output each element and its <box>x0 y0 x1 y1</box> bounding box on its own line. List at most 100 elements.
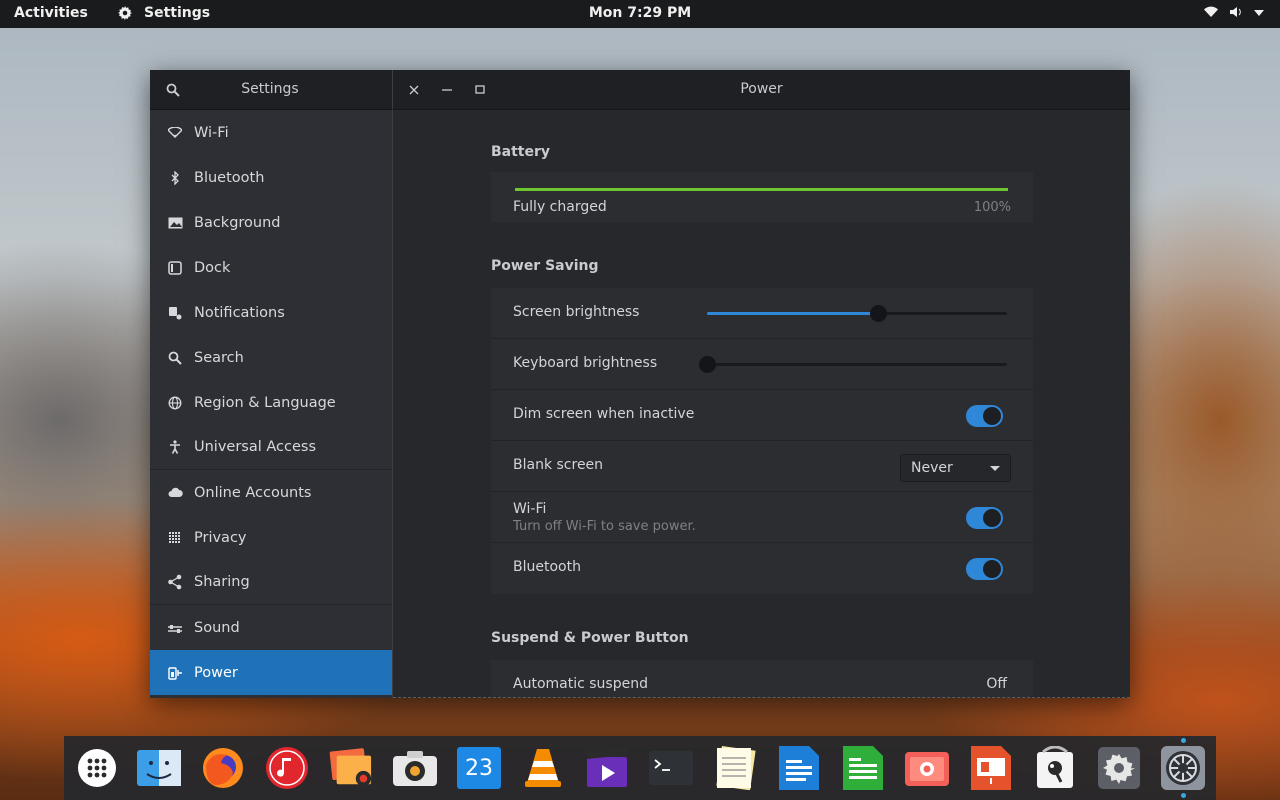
panel-header: Power <box>393 70 1130 110</box>
blank-screen-dropdown[interactable]: Never <box>900 454 1011 482</box>
sidebar-item-label: Region & Language <box>194 394 336 411</box>
close-icon[interactable] <box>405 81 423 99</box>
sidebar-item-wifi[interactable]: Wi-Fi <box>150 110 392 155</box>
sidebar-item-label: Universal Access <box>194 439 317 455</box>
sidebar-item-search[interactable]: Search <box>150 335 392 380</box>
minimize-icon[interactable] <box>438 81 456 99</box>
image-icon <box>166 214 184 232</box>
power-saving-card: Screen brightness Keyboard brightness Di… <box>491 288 1033 594</box>
clock[interactable]: Mon 7:29 PM <box>589 5 691 21</box>
settings-sidebar: Wi-Fi Bluetooth Background Dock Notifica… <box>150 110 393 698</box>
show-applications-icon[interactable] <box>75 746 119 790</box>
gimp-icon[interactable] <box>1033 746 1077 790</box>
wifi-icon <box>1204 6 1218 18</box>
battery-percent: 100% <box>973 200 1011 215</box>
blank-screen-value: Never <box>911 460 953 476</box>
toggle-knob <box>983 509 1001 527</box>
accessibility-icon <box>166 438 184 456</box>
battery-level-fill <box>515 188 1008 191</box>
power-panel: Battery Fully charged 100% Power Saving … <box>393 110 1130 698</box>
dim-screen-toggle[interactable] <box>966 405 1003 427</box>
sidebar-item-label: Sharing <box>194 574 250 590</box>
slider-fill <box>707 312 878 315</box>
battery-card: Fully charged 100% <box>491 172 1033 222</box>
app-menu[interactable]: Settings <box>118 5 210 21</box>
keyboard-brightness-label: Keyboard brightness <box>513 355 658 371</box>
sidebar-item-label: Sound <box>194 619 240 636</box>
chevron-down-icon <box>990 466 1000 471</box>
dim-screen-row: Dim screen when inactive <box>491 390 1033 441</box>
sidebar-item-notifications[interactable]: Notifications <box>150 290 392 335</box>
app-menu-label: Settings <box>144 5 211 21</box>
sidebar-item-universal-access[interactable]: Universal Access <box>150 425 392 470</box>
running-indicator <box>1181 738 1186 743</box>
wifi-icon <box>166 124 184 142</box>
dock: 23 <box>64 736 1216 800</box>
calendar-icon[interactable]: 23 <box>457 746 501 790</box>
bluetooth-toggle[interactable] <box>966 558 1003 580</box>
top-bar: Activities Settings Mon 7:29 PM <box>0 0 1280 28</box>
slider-knob[interactable] <box>699 356 716 373</box>
automatic-suspend-value: Off <box>986 676 1007 692</box>
sidebar-item-online-accounts[interactable]: Online Accounts <box>150 470 392 515</box>
sound-icon <box>166 619 184 637</box>
sidebar-item-label: Notifications <box>194 304 285 321</box>
sidebar-item-dock[interactable]: Dock <box>150 245 392 290</box>
share-icon <box>166 573 184 591</box>
suspend-section-title: Suspend & Power Button <box>491 630 689 646</box>
sidebar-item-region-language[interactable]: Region & Language <box>150 380 392 425</box>
settings-tweaks-icon[interactable] <box>1097 746 1141 790</box>
sidebar-title: Settings <box>241 81 299 97</box>
system-settings-icon[interactable] <box>1161 746 1205 790</box>
dock-icon <box>166 259 184 277</box>
impress-icon[interactable] <box>969 746 1013 790</box>
cloud-icon <box>166 484 184 502</box>
video-editor-icon[interactable] <box>585 746 629 790</box>
power-saving-section-title: Power Saving <box>491 258 599 274</box>
calc-icon[interactable] <box>841 746 885 790</box>
sidebar-item-power[interactable]: Power <box>150 650 392 695</box>
maximize-icon[interactable] <box>471 81 489 99</box>
screen-brightness-slider[interactable] <box>707 305 1007 322</box>
camera-icon[interactable] <box>393 746 437 790</box>
notes-icon[interactable] <box>713 746 757 790</box>
system-tray[interactable] <box>1204 6 1264 18</box>
sidebar-item-background[interactable]: Background <box>150 200 392 245</box>
automatic-suspend-row[interactable]: Automatic suspend Off <box>491 660 1033 698</box>
activities-button[interactable]: Activities <box>14 5 88 21</box>
sidebar-item-label: Background <box>194 214 281 231</box>
music-player-icon[interactable] <box>265 746 309 790</box>
gear-icon <box>118 6 132 20</box>
sidebar-item-sound[interactable]: Sound <box>150 605 392 650</box>
writer-icon[interactable] <box>777 746 821 790</box>
bluetooth-row: Bluetooth <box>491 543 1033 594</box>
sidebar-item-label: Bluetooth <box>194 169 265 186</box>
scroll-undershoot <box>393 697 1130 698</box>
panel-title: Power <box>740 81 783 97</box>
file-manager-icon[interactable] <box>137 746 181 790</box>
sidebar-item-sharing[interactable]: Sharing <box>150 560 392 605</box>
privacy-icon <box>166 529 184 547</box>
image-viewer-icon[interactable] <box>329 746 373 790</box>
sidebar-item-label: Search <box>194 349 244 366</box>
firefox-icon[interactable] <box>201 746 245 790</box>
settings-window: Settings Power Wi-Fi Bluetooth Backgroun… <box>150 70 1130 698</box>
sidebar-item-privacy[interactable]: Privacy <box>150 515 392 560</box>
screen-brightness-row: Screen brightness <box>491 288 1033 339</box>
slider-knob[interactable] <box>870 305 887 322</box>
wifi-description: Turn off Wi-Fi to save power. <box>513 519 696 534</box>
sidebar-item-label: Wi-Fi <box>194 124 229 141</box>
battery-section-title: Battery <box>491 144 551 160</box>
battery-level-bar <box>515 188 1008 191</box>
terminal-icon[interactable] <box>649 746 693 790</box>
sidebar-item-label: Power <box>194 664 238 681</box>
screenshot-icon[interactable] <box>905 746 949 790</box>
calendar-day: 23 <box>465 756 493 781</box>
sidebar-item-bluetooth[interactable]: Bluetooth <box>150 155 392 200</box>
vlc-icon[interactable] <box>521 746 565 790</box>
keyboard-brightness-slider[interactable] <box>699 356 1007 373</box>
wifi-toggle[interactable] <box>966 507 1003 529</box>
toggle-knob <box>983 560 1001 578</box>
running-indicator <box>1181 793 1186 798</box>
screen-brightness-label: Screen brightness <box>513 304 640 320</box>
